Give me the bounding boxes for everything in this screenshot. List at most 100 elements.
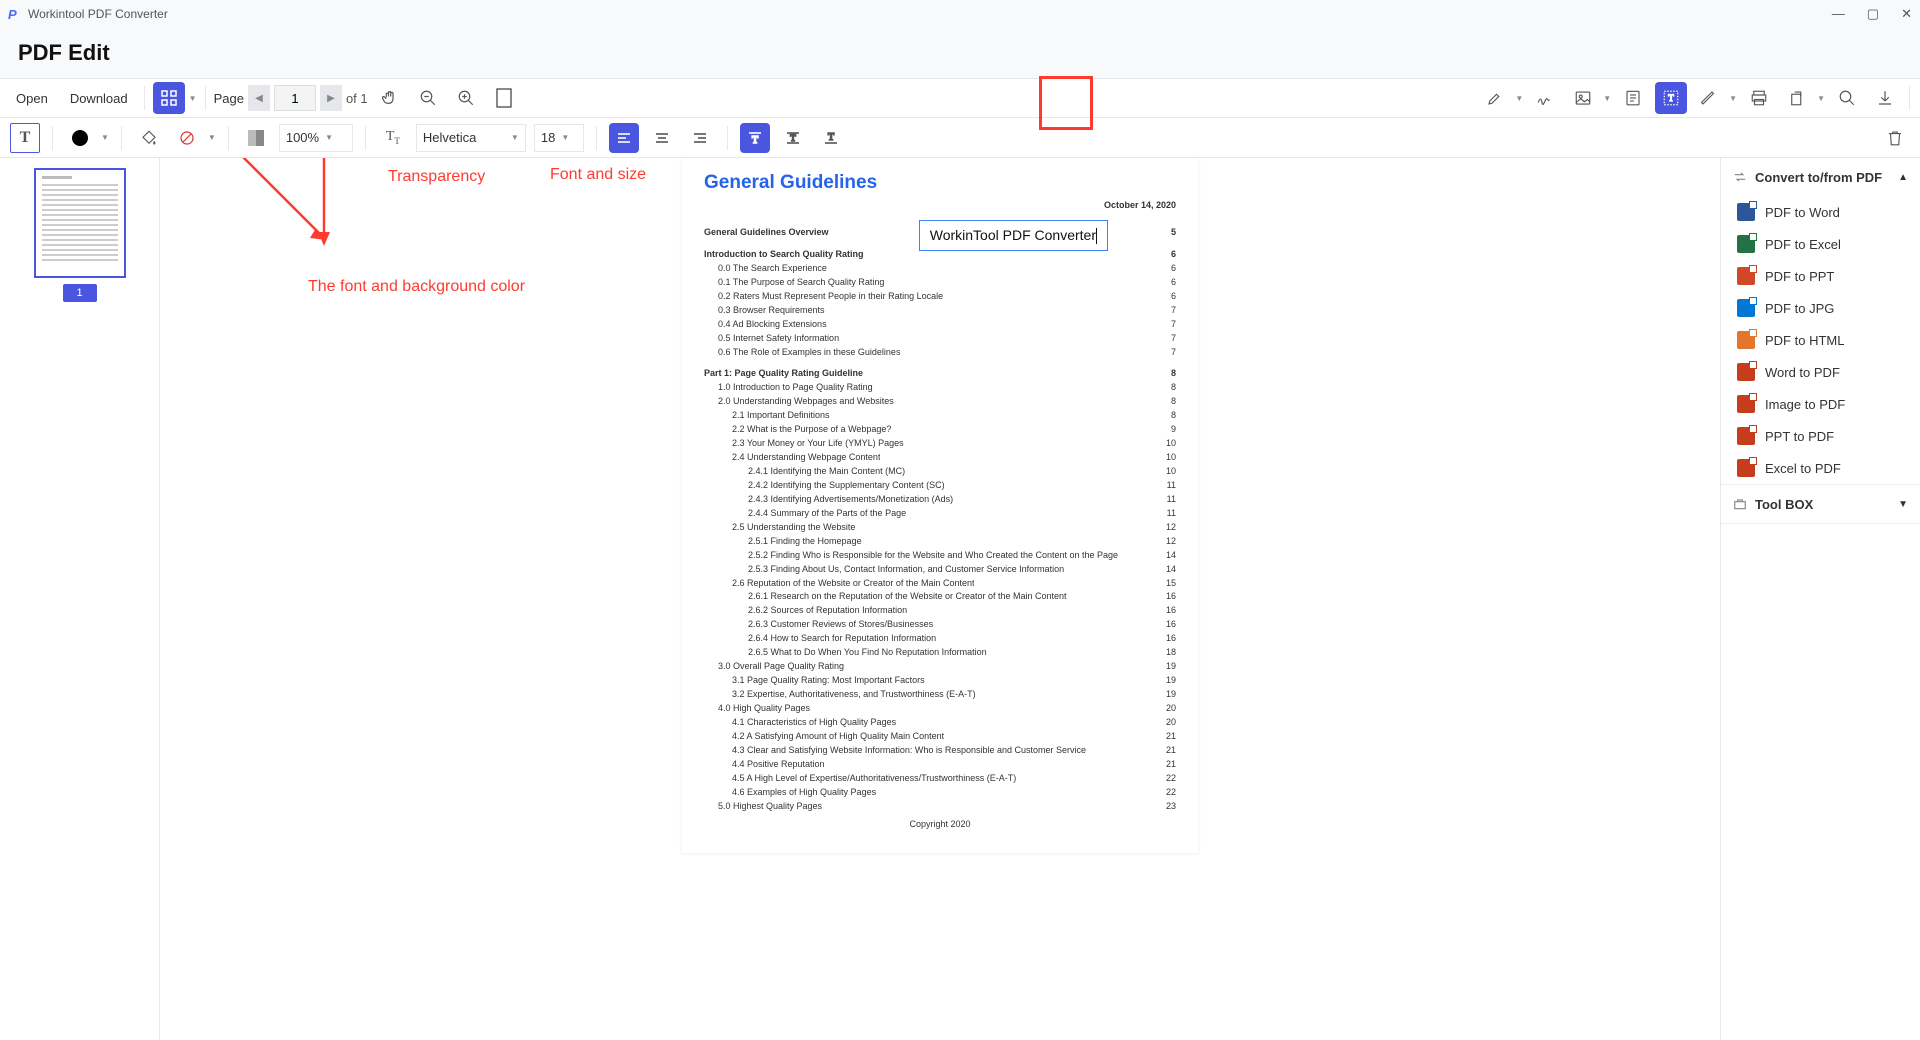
- download-button[interactable]: Download: [62, 85, 136, 112]
- divider: [144, 86, 145, 110]
- app-logo-icon: P: [8, 7, 22, 21]
- close-button[interactable]: ✕: [1901, 6, 1912, 22]
- highlight-dropdown[interactable]: ▼: [1515, 94, 1523, 103]
- toc-row: 0.0 The Search Experience6: [704, 262, 1176, 276]
- signature-button[interactable]: [1529, 82, 1561, 114]
- toc-row: 2.4 Understanding Webpage Content10: [704, 451, 1176, 465]
- toc-row: 2.0 Understanding Webpages and Websites8: [704, 395, 1176, 409]
- valign-top-button[interactable]: T: [740, 123, 770, 153]
- toolbox-section-header[interactable]: Tool BOX ▼: [1721, 485, 1920, 523]
- convert-item[interactable]: PDF to PPT: [1721, 260, 1920, 292]
- property-toolbar: T ▼ ▼ 100%▼ TT Helvetica▼ 18▼ T T T: [0, 118, 1920, 158]
- convert-item[interactable]: Image to PDF: [1721, 388, 1920, 420]
- text-type-button[interactable]: T: [10, 123, 40, 153]
- align-right-button[interactable]: [685, 123, 715, 153]
- search-button[interactable]: [1831, 82, 1863, 114]
- thumbnail-panel: 1: [0, 158, 160, 1040]
- toc-row: 0.5 Internet Safety Information7: [704, 332, 1176, 346]
- svg-text:T: T: [752, 135, 758, 146]
- divider: [1909, 86, 1910, 110]
- align-center-button[interactable]: [647, 123, 677, 153]
- convert-section-header[interactable]: Convert to/from PDF ▲: [1721, 158, 1920, 196]
- font-color-button[interactable]: [65, 123, 95, 153]
- opacity-icon: [241, 123, 271, 153]
- highlight-button[interactable]: [1479, 82, 1511, 114]
- convert-item[interactable]: PDF to JPG: [1721, 292, 1920, 324]
- divider: [205, 86, 206, 110]
- toc-row: 0.4 Ad Blocking Extensions7: [704, 318, 1176, 332]
- svg-text:T: T: [790, 133, 796, 143]
- fill-color-button[interactable]: [134, 123, 164, 153]
- text-tool-button[interactable]: T: [1655, 82, 1687, 114]
- image-dropdown[interactable]: ▼: [1603, 94, 1611, 103]
- delete-button[interactable]: [1880, 123, 1910, 153]
- convert-item[interactable]: PDF to Excel: [1721, 228, 1920, 260]
- editing-textbox[interactable]: WorkinTool PDF Converter: [919, 220, 1108, 251]
- toc-row: 2.6 Reputation of the Website or Creator…: [704, 577, 1176, 591]
- draw-button[interactable]: [1693, 82, 1725, 114]
- print-button[interactable]: [1743, 82, 1775, 114]
- annotation-fontsize: Font and size: [550, 166, 646, 184]
- bg-color-dropdown[interactable]: ▼: [208, 133, 216, 142]
- font-size-select[interactable]: 18▼: [534, 124, 584, 152]
- page-total: of 1: [346, 91, 368, 106]
- font-family-icon: TT: [378, 123, 408, 153]
- rotate-dropdown[interactable]: ▼: [1817, 94, 1825, 103]
- convert-item[interactable]: Word to PDF: [1721, 356, 1920, 388]
- layout-dropdown[interactable]: ▼: [189, 94, 197, 103]
- minimize-button[interactable]: —: [1832, 6, 1845, 22]
- convert-item[interactable]: PDF to Word: [1721, 196, 1920, 228]
- pdf-page: General Guidelines October 14, 2020 Work…: [682, 158, 1198, 853]
- align-left-button[interactable]: [609, 123, 639, 153]
- doc-date: October 14, 2020: [704, 200, 1176, 210]
- toc-row: 1.0 Introduction to Page Quality Rating8: [704, 381, 1176, 395]
- valign-middle-button[interactable]: T: [778, 123, 808, 153]
- zoom-in-button[interactable]: [450, 82, 482, 114]
- hand-tool-button[interactable]: [374, 82, 406, 114]
- thumbnail-number: 1: [63, 284, 97, 302]
- toc-row: 3.0 Overall Page Quality Rating19: [704, 660, 1176, 674]
- convert-item[interactable]: PDF to HTML: [1721, 324, 1920, 356]
- page-input[interactable]: [274, 85, 316, 111]
- save-button[interactable]: [1869, 82, 1901, 114]
- next-page-button[interactable]: ▶: [320, 85, 342, 111]
- arrow-icon: [308, 158, 348, 258]
- annotation-fontbg: The font and background color: [308, 278, 525, 296]
- form-button[interactable]: [1617, 82, 1649, 114]
- layout-grid-button[interactable]: [153, 82, 185, 114]
- toc-row: 2.6.1 Research on the Reputation of the …: [704, 590, 1176, 604]
- toc: General Guidelines Overview5Introduction…: [704, 226, 1176, 813]
- toc-row: 3.1 Page Quality Rating: Most Important …: [704, 674, 1176, 688]
- fit-page-button[interactable]: [488, 82, 520, 114]
- maximize-button[interactable]: ▢: [1867, 6, 1879, 22]
- toc-row: 2.4.1 Identifying the Main Content (MC)1…: [704, 465, 1176, 479]
- toc-row: Part 1: Page Quality Rating Guideline8: [704, 367, 1176, 381]
- opacity-select[interactable]: 100%▼: [279, 124, 353, 152]
- image-button[interactable]: [1567, 82, 1599, 114]
- valign-bottom-button[interactable]: T: [816, 123, 846, 153]
- page-thumbnail[interactable]: [34, 168, 126, 278]
- main-toolbar: Open Download ▼ Page ◀ ▶ of 1 ▼ ▼ T: [0, 78, 1920, 118]
- font-family-select[interactable]: Helvetica▼: [416, 124, 526, 152]
- canvas[interactable]: Transparency Font and size The font and …: [160, 158, 1720, 1040]
- page-title: PDF Edit: [18, 40, 110, 66]
- page-navigation: Page ◀ ▶ of 1: [214, 85, 368, 111]
- no-fill-button[interactable]: [172, 123, 202, 153]
- toc-row: 4.6 Examples of High Quality Pages22: [704, 786, 1176, 800]
- convert-item[interactable]: PPT to PDF: [1721, 420, 1920, 452]
- app-title: Workintool PDF Converter: [28, 7, 168, 21]
- toc-row: 0.1 The Purpose of Search Quality Rating…: [704, 276, 1176, 290]
- zoom-out-button[interactable]: [412, 82, 444, 114]
- toc-row: 4.3 Clear and Satisfying Website Informa…: [704, 744, 1176, 758]
- open-button[interactable]: Open: [8, 85, 56, 112]
- convert-item[interactable]: Excel to PDF: [1721, 452, 1920, 484]
- annotation-transparency: Transparency: [388, 168, 485, 186]
- draw-dropdown[interactable]: ▼: [1729, 94, 1737, 103]
- rotate-button[interactable]: [1781, 82, 1813, 114]
- font-color-dropdown[interactable]: ▼: [101, 133, 109, 142]
- prev-page-button[interactable]: ◀: [248, 85, 270, 111]
- header: PDF Edit: [0, 28, 1920, 78]
- svg-text:T: T: [1668, 93, 1674, 103]
- toc-row: 3.2 Expertise, Authoritativeness, and Tr…: [704, 688, 1176, 702]
- right-panel: Convert to/from PDF ▲ PDF to WordPDF to …: [1720, 158, 1920, 1040]
